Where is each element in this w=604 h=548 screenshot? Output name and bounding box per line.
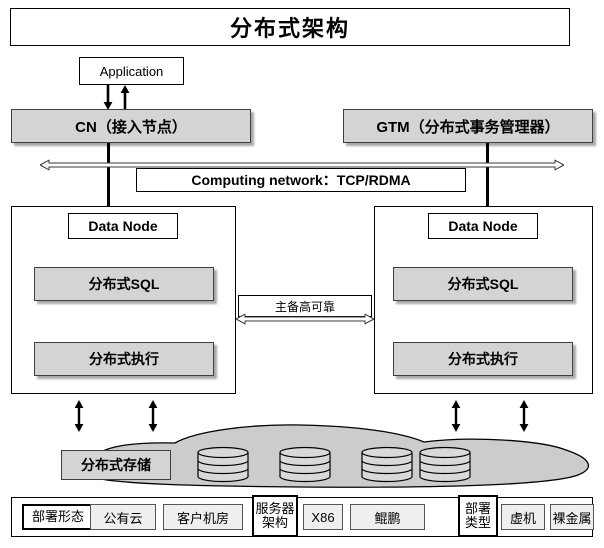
data-node-title-left: Data Node: [68, 213, 178, 239]
gtm-to-datanode-line: [486, 143, 489, 207]
database-disk-icon-1: [197, 446, 249, 483]
cn-label: CN（接入节点）: [75, 118, 187, 136]
footer-option-virtual-machine-label: 虚机: [509, 510, 536, 526]
database-disk-icon-2: [279, 446, 331, 483]
diagram-title-box: 分布式架构: [10, 8, 570, 46]
cn-node-box: CN（接入节点）: [11, 109, 251, 143]
data-node-panel-right: Data Node 分布式SQL 分布式执行: [374, 206, 593, 394]
footer-option-customer-idc[interactable]: 客户机房: [163, 504, 243, 530]
footer-key-deployment-type-line2: 类型: [464, 515, 491, 530]
footer-key-server-architecture: 服务器 架构: [252, 495, 298, 537]
footer-option-public-cloud[interactable]: 公有云: [90, 504, 156, 530]
application-label: Application: [99, 63, 164, 79]
distributed-sql-left-label: 分布式SQL: [88, 276, 160, 292]
distributed-exec-left-label: 分布式执行: [89, 351, 159, 367]
distributed-sql-left: 分布式SQL: [34, 267, 214, 301]
distributed-exec-left: 分布式执行: [34, 342, 214, 376]
ha-link-arrow: [236, 313, 374, 325]
footer-option-x86[interactable]: X86: [303, 504, 343, 530]
database-disk-icon-4: [419, 446, 471, 483]
distributed-storage-label: 分布式存储: [61, 450, 171, 480]
footer-key-deployment-form-label: 部署形态: [31, 509, 84, 525]
gtm-node-box: GTM（分布式事务管理器）: [343, 109, 593, 143]
distributed-sql-right: 分布式SQL: [393, 267, 573, 301]
distributed-sql-right-label: 分布式SQL: [447, 276, 519, 292]
ha-link-text: 主备高可靠: [274, 299, 335, 314]
footer-option-kunpeng-label: 鲲鹏: [374, 510, 401, 526]
footer-option-kunpeng[interactable]: 鲲鹏: [350, 504, 425, 530]
application-box: Application: [79, 57, 184, 85]
architecture-diagram: 分布式架构 Application CN（接入节点） GTM（分布式事务管理器）…: [0, 0, 604, 548]
footer-key-server-architecture-line1: 服务器: [255, 501, 295, 517]
distributed-exec-right: 分布式执行: [393, 342, 573, 376]
footer-option-customer-idc-label: 客户机房: [176, 510, 229, 526]
footer-option-public-cloud-label: 公有云: [103, 510, 143, 526]
database-disk-icon-3: [361, 446, 413, 483]
footer-key-server-architecture-line2: 架构: [261, 515, 288, 530]
footer-key-deployment-type-line1: 部署: [464, 501, 491, 517]
data-node-title-left-text: Data Node: [88, 218, 158, 234]
data-node-panel-left: Data Node 分布式SQL 分布式执行: [11, 206, 236, 394]
data-node-title-right-text: Data Node: [448, 218, 518, 234]
footer-option-bare-metal-label: 裸金属: [552, 510, 592, 526]
footer-option-virtual-machine[interactable]: 虚机: [501, 504, 545, 530]
page-title: 分布式架构: [229, 16, 350, 41]
footer-key-deployment-type: 部署 类型: [458, 495, 498, 537]
computing-network-text: Computing network：TCP/RDMA: [191, 172, 411, 188]
computing-network-label: Computing network：TCP/RDMA: [136, 168, 466, 192]
cn-to-datanode-line: [107, 143, 110, 207]
footer-option-bare-metal[interactable]: 裸金属: [550, 504, 594, 530]
application-cn-arrows: [103, 85, 130, 110]
distributed-exec-right-label: 分布式执行: [448, 351, 518, 367]
data-node-title-right: Data Node: [428, 213, 538, 239]
footer-option-x86-label: X86: [311, 509, 335, 525]
gtm-label: GTM（分布式事务管理器）: [376, 118, 560, 136]
footer-key-deployment-form: 部署形态: [22, 504, 94, 530]
distributed-storage-text: 分布式存储: [81, 457, 151, 473]
